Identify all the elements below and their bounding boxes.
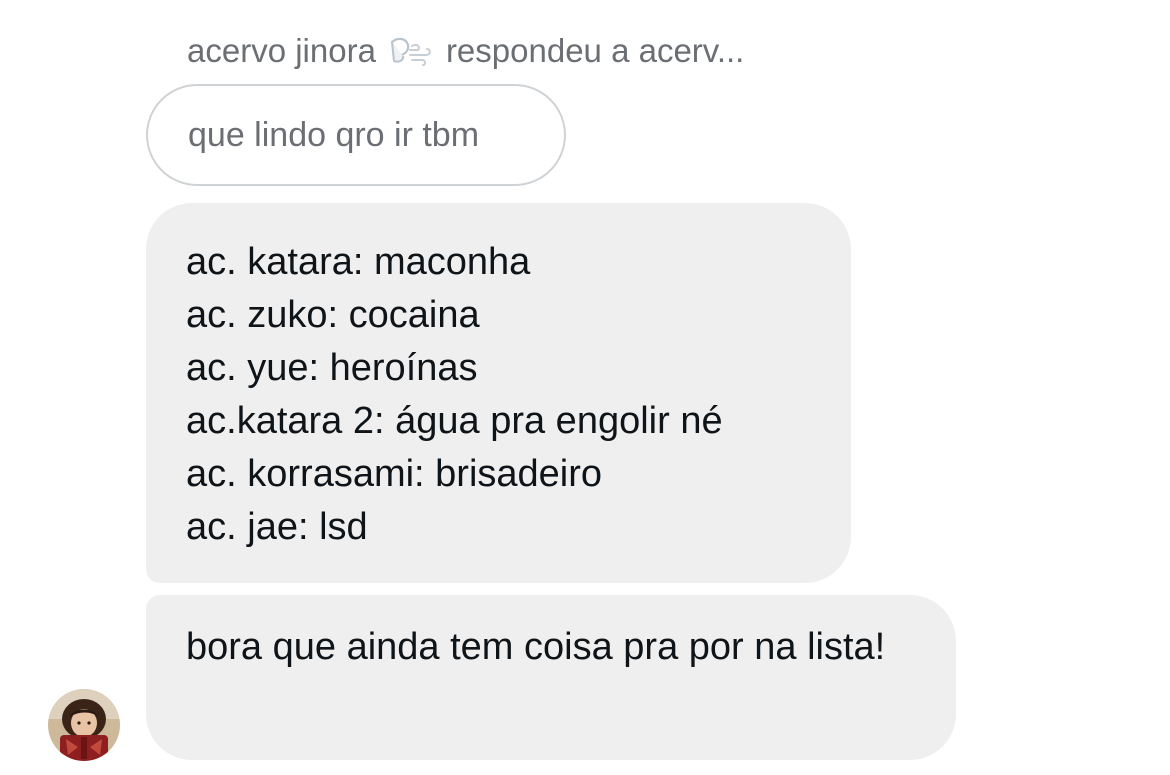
message-line: ac. korrasami: brisadeiro <box>186 453 603 495</box>
wind-face-icon <box>388 34 434 68</box>
quoted-message[interactable]: que lindo qro ir tbm <box>146 84 566 186</box>
avatar[interactable] <box>48 689 120 761</box>
message-bubble[interactable]: bora que ainda tem coisa pra por na list… <box>146 595 956 760</box>
reply-author-name[interactable]: acervo jinora <box>187 32 376 70</box>
message-line: ac. yue: heroínas <box>186 347 478 389</box>
message-bubble[interactable]: ac. katara: maconha ac. zuko: cocaina ac… <box>146 203 851 583</box>
reply-action-text: respondeu a acerv... <box>445 32 745 69</box>
reply-context-header: acervo jinora respondeu a acerv... <box>187 28 744 74</box>
message-line: ac. katara: maconha <box>186 241 531 283</box>
message-line: ac.katara 2: água pra engolir né <box>186 400 723 442</box>
message-line: ac. jae: lsd <box>186 506 368 548</box>
quoted-message-text: que lindo qro ir tbm <box>188 115 480 154</box>
message-text: bora que ainda tem coisa pra por na list… <box>186 626 886 668</box>
message-line: ac. zuko: cocaina <box>186 294 480 336</box>
